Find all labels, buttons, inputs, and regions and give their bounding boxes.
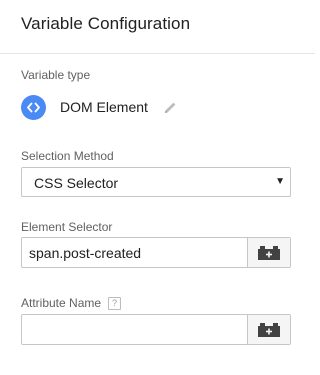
attribute-name-input[interactable] bbox=[22, 315, 247, 344]
selection-method-value: CSS Selector bbox=[34, 175, 119, 191]
variable-type-row[interactable]: DOM Element bbox=[21, 94, 178, 120]
selection-method-select[interactable]: CSS Selector ▼ bbox=[21, 167, 291, 197]
variable-type-name: DOM Element bbox=[60, 99, 148, 115]
attribute-name-label: Attribute Name? bbox=[21, 296, 122, 310]
attribute-name-label-text: Attribute Name bbox=[21, 296, 102, 310]
panel-title: Variable Configuration bbox=[21, 14, 191, 33]
element-selector-input[interactable] bbox=[22, 238, 247, 267]
element-selector-label: Element Selector bbox=[21, 220, 113, 234]
dropdown-arrow-icon: ▼ bbox=[275, 176, 285, 187]
title-divider bbox=[0, 53, 315, 54]
variable-configuration-panel: Variable Configuration Variable type DOM… bbox=[0, 0, 315, 375]
insert-variable-button[interactable] bbox=[247, 315, 290, 344]
help-icon[interactable]: ? bbox=[108, 297, 122, 310]
insert-variable-button[interactable] bbox=[247, 238, 290, 267]
selection-method-label: Selection Method bbox=[21, 149, 114, 163]
attribute-name-field bbox=[21, 314, 291, 345]
variable-type-label: Variable type bbox=[21, 68, 91, 82]
pencil-icon[interactable] bbox=[164, 100, 178, 114]
lego-brick-plus-icon bbox=[258, 245, 280, 260]
code-brackets-icon bbox=[21, 94, 46, 120]
lego-brick-plus-icon bbox=[258, 322, 280, 337]
element-selector-field bbox=[21, 237, 291, 268]
